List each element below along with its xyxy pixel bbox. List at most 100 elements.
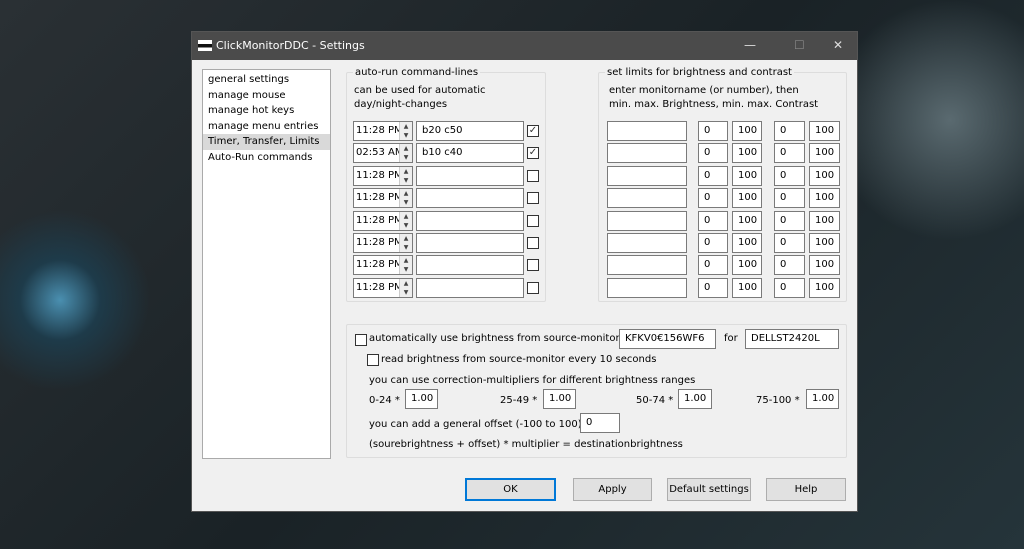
brightness-min-input[interactable]: 0 [698, 210, 728, 231]
monitor-name-input[interactable] [607, 165, 687, 186]
brightness-min-input[interactable]: 0 [698, 143, 728, 164]
time-value[interactable]: 11:28 PM [356, 259, 403, 270]
command-input[interactable]: b10 c40 [416, 143, 524, 164]
monitor-name-input[interactable] [607, 233, 687, 253]
time-spinner-icon[interactable]: ▲ ▼ [399, 278, 412, 297]
enable-checkbox[interactable] [527, 169, 539, 182]
ok-button[interactable]: OK [465, 478, 556, 501]
brightness-max-input[interactable]: 100 [732, 143, 762, 164]
contrast-min-input[interactable]: 0 [774, 143, 805, 164]
enable-checkbox[interactable] [527, 237, 539, 249]
command-input[interactable] [416, 233, 524, 253]
command-input[interactable] [416, 165, 524, 186]
monitor-name-input[interactable] [607, 121, 687, 141]
time-picker[interactable]: 11:28 PM ▲ ▼ [353, 210, 413, 231]
brightness-max-input[interactable]: 100 [732, 277, 762, 298]
range-25-49-multiplier[interactable]: 1.00 [543, 389, 576, 409]
contrast-min-input[interactable]: 0 [774, 165, 805, 186]
time-value[interactable]: 11:28 PM [356, 215, 403, 226]
command-input[interactable] [416, 255, 524, 276]
contrast-min-input[interactable]: 0 [774, 121, 805, 141]
brightness-max-input[interactable]: 100 [732, 255, 762, 276]
command-input[interactable] [416, 277, 524, 298]
enable-checkbox[interactable] [527, 259, 539, 272]
command-input[interactable]: b20 c50 [416, 121, 524, 141]
default-settings-button[interactable]: Default settings [667, 478, 751, 501]
enable-checkbox[interactable] [527, 192, 539, 205]
contrast-max-input[interactable]: 100 [809, 255, 840, 276]
enable-checkbox[interactable]: ✓ [527, 125, 539, 137]
time-picker[interactable]: 11:28 PM ▲ ▼ [353, 188, 413, 209]
monitor-name-input[interactable] [607, 210, 687, 231]
contrast-max-input[interactable]: 100 [809, 165, 840, 186]
time-picker[interactable]: 11:28 PM ▲ ▼ [353, 121, 413, 141]
contrast-max-input[interactable]: 100 [809, 188, 840, 209]
contrast-max-input[interactable]: 100 [809, 121, 840, 141]
brightness-min-input[interactable]: 0 [698, 188, 728, 209]
maximize-button[interactable]: ☐ [794, 38, 805, 52]
enable-checkbox[interactable]: ✓ [527, 147, 539, 160]
brightness-min-input[interactable]: 0 [698, 121, 728, 141]
time-value[interactable]: 11:28 PM [356, 237, 403, 248]
minimize-button[interactable]: — [744, 38, 756, 52]
time-picker[interactable]: 02:53 AM ▲ ▼ [353, 143, 413, 164]
range-50-74-multiplier[interactable]: 1.00 [678, 389, 712, 409]
help-button[interactable]: Help [766, 478, 846, 501]
contrast-max-input[interactable]: 100 [809, 143, 840, 164]
contrast-max-input[interactable]: 100 [809, 277, 840, 298]
title-bar[interactable]: ClickMonitorDDC - Settings — ☐ ✕ [192, 32, 857, 60]
time-spinner-icon[interactable]: ▲ ▼ [399, 144, 412, 163]
contrast-min-input[interactable]: 0 [774, 188, 805, 209]
nav-item-general-settings[interactable]: general settings [203, 72, 330, 88]
contrast-min-input[interactable]: 0 [774, 277, 805, 298]
brightness-min-input[interactable]: 0 [698, 233, 728, 253]
apply-button[interactable]: Apply [573, 478, 652, 501]
brightness-min-input[interactable]: 0 [698, 255, 728, 276]
contrast-min-input[interactable]: 0 [774, 210, 805, 231]
command-input[interactable] [416, 188, 524, 209]
time-spinner-icon[interactable]: ▲ ▼ [399, 211, 412, 230]
time-spinner-icon[interactable]: ▲ ▼ [399, 122, 412, 140]
monitor-name-input[interactable] [607, 188, 687, 209]
nav-item-manage-menu-entries[interactable]: manage menu entries [203, 119, 330, 135]
range-0-24-multiplier[interactable]: 1.00 [405, 389, 438, 409]
range-75-100-multiplier[interactable]: 1.00 [806, 389, 839, 409]
time-picker[interactable]: 11:28 PM ▲ ▼ [353, 255, 413, 276]
monitor-name-input[interactable] [607, 255, 687, 276]
contrast-max-input[interactable]: 100 [809, 210, 840, 231]
contrast-max-input[interactable]: 100 [809, 233, 840, 253]
time-spinner-icon[interactable]: ▲ ▼ [399, 189, 412, 208]
close-button[interactable]: ✕ [833, 38, 843, 52]
brightness-max-input[interactable]: 100 [732, 210, 762, 231]
time-value[interactable]: 02:53 AM [356, 147, 403, 158]
time-value[interactable]: 11:28 PM [356, 170, 403, 181]
time-spinner-icon[interactable]: ▲ ▼ [399, 166, 412, 185]
nav-item-auto-run-commands[interactable]: Auto-Run commands [203, 150, 330, 166]
enable-checkbox[interactable] [527, 281, 539, 294]
monitor-name-input[interactable] [607, 277, 687, 298]
time-value[interactable]: 11:28 PM [356, 282, 403, 293]
brightness-max-input[interactable]: 100 [732, 188, 762, 209]
nav-item-manage-mouse[interactable]: manage mouse [203, 88, 330, 104]
auto-brightness-checkbox[interactable] [355, 334, 367, 346]
command-input[interactable] [416, 210, 524, 231]
time-picker[interactable]: 11:28 PM ▲ ▼ [353, 165, 413, 186]
time-spinner-icon[interactable]: ▲ ▼ [399, 256, 412, 275]
time-picker[interactable]: 11:28 PM ▲ ▼ [353, 277, 413, 298]
brightness-min-input[interactable]: 0 [698, 165, 728, 186]
time-value[interactable]: 11:28 PM [356, 192, 403, 203]
offset-input[interactable]: 0 [580, 413, 620, 433]
brightness-max-input[interactable]: 100 [732, 165, 762, 186]
nav-item-manage-hot-keys[interactable]: manage hot keys [203, 103, 330, 119]
brightness-max-input[interactable]: 100 [732, 121, 762, 141]
brightness-min-input[interactable]: 0 [698, 277, 728, 298]
contrast-min-input[interactable]: 0 [774, 233, 805, 253]
nav-item-timer-transfer-limits[interactable]: Timer, Transfer, Limits [203, 134, 330, 150]
time-value[interactable]: 11:28 PM [356, 125, 403, 136]
destination-monitor-input[interactable]: DELLST2420L [745, 329, 839, 349]
monitor-name-input[interactable] [607, 143, 687, 164]
read-brightness-checkbox[interactable] [367, 354, 379, 366]
time-spinner-icon[interactable]: ▲ ▼ [399, 234, 412, 252]
contrast-min-input[interactable]: 0 [774, 255, 805, 276]
enable-checkbox[interactable] [527, 214, 539, 227]
